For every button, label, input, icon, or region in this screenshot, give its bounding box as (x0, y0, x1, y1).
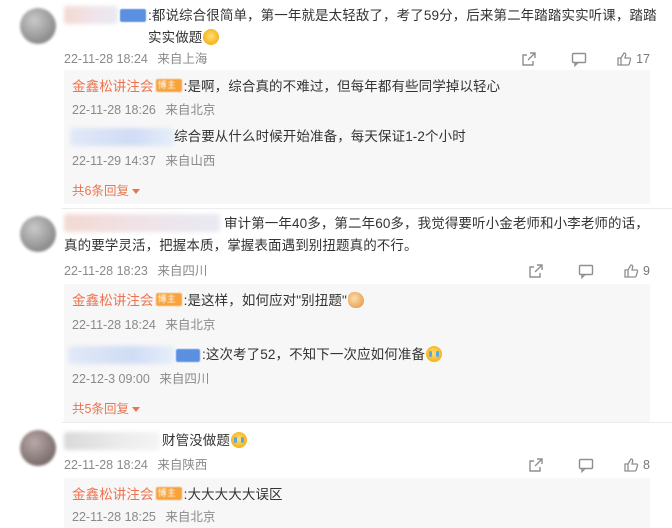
avatar[interactable] (20, 8, 56, 44)
avatar[interactable] (20, 430, 56, 466)
thumbs-up-icon[interactable]: 9 (623, 262, 650, 280)
reply-meta: 22-11-29 14:37 来自山西 (72, 152, 215, 170)
reply-location: 来自北京 (165, 510, 216, 524)
vip-badge (176, 349, 200, 362)
like-count: 8 (643, 458, 650, 472)
reply-list: 金鑫松讲注会 :是啊，综合真的不难过，但每年都有些同学掉以轻心 22-11-28 … (64, 70, 650, 204)
muscle-emoji-icon (347, 292, 364, 308)
blogger-badge (155, 487, 182, 500)
blogger-badge (155, 79, 182, 92)
comment-actions: 17 (516, 50, 650, 68)
more-replies-link[interactable]: 共6条回复 (72, 182, 140, 200)
comment-meta: 22-11-28 18:24 来自上海 (64, 50, 207, 68)
reply-date: 22-11-28 18:24 (72, 318, 156, 332)
reply-author[interactable]: 金鑫松讲注会 (72, 293, 154, 308)
vip-badge (120, 9, 146, 22)
reply-text: :是这样，如何应对"别扭题" (183, 293, 347, 308)
reply-text: :是啊，综合真的不难过，但每年都有些同学掉以轻心 (183, 79, 501, 94)
thumbs-up-icon[interactable]: 8 (623, 456, 650, 474)
reply-location: 来自四川 (159, 372, 210, 386)
reply-text-line: 金鑫松讲注会 :是这样，如何应对"别扭题" (72, 290, 642, 312)
reply-location: 来自北京 (165, 103, 216, 117)
comment-location: 来自上海 (157, 52, 208, 66)
comment-meta: 22-11-28 18:23 来自四川 (64, 262, 207, 280)
share-icon[interactable] (523, 262, 549, 280)
reply-text-line: 金鑫松讲注会 :是啊，综合真的不难过，但每年都有些同学掉以轻心 (72, 76, 642, 98)
comment-actions: 8 (523, 456, 650, 474)
comment-date: 22-11-28 18:24 (64, 458, 148, 472)
comment-text: 财管没做题 (162, 430, 642, 452)
blogger-badge (155, 293, 182, 306)
reply-list: 金鑫松讲注会 :是这样，如何应对"别扭题" 22-11-28 18:24 来自北京… (64, 284, 650, 422)
comment-icon[interactable] (573, 262, 599, 280)
divider (62, 208, 672, 209)
reply-text-line: :这次考了52，不知下一次应如何准备 (202, 344, 642, 366)
reply-author[interactable]: 金鑫松讲注会 (72, 79, 154, 94)
reply-meta: 22-11-28 18:25 来自北京 (72, 508, 215, 526)
comment-location: 来自陕西 (157, 458, 208, 472)
thumbs-up-icon[interactable]: 17 (616, 50, 650, 68)
reply-meta: 22-11-28 18:24 来自北京 (72, 316, 215, 334)
reply-list: 金鑫松讲注会 :大大大大大误区 22-11-28 18:25 来自北京 (64, 478, 650, 528)
comment-text: 审计第一年40多，第二年60多，我觉得要听小金老师和小李老师的话，真的要学灵活，… (64, 216, 649, 253)
share-icon[interactable] (523, 456, 549, 474)
reply-text: :这次考了52，不知下一次应如何准备 (202, 347, 426, 362)
reply-date: 22-12-3 09:00 (72, 372, 150, 386)
reply-author[interactable] (70, 128, 174, 146)
reply-text: :大大大大大误区 (183, 487, 283, 502)
divider (62, 422, 672, 423)
reply-text: 综合要从什么时候开始准备，每天保证1-2个小时 (174, 129, 466, 144)
reply-meta: 22-12-3 09:00 来自四川 (72, 370, 209, 388)
reply-meta: 22-11-28 18:26 来自北京 (72, 101, 215, 119)
reply-author[interactable] (68, 346, 174, 364)
avatar[interactable] (20, 216, 56, 252)
comment-actions: 9 (523, 262, 650, 280)
crying-laughing-emoji-icon (231, 432, 247, 448)
like-count: 17 (636, 52, 650, 66)
reply-location: 来自北京 (165, 318, 216, 332)
comment-icon[interactable] (573, 456, 599, 474)
reply-location: 来自山西 (165, 154, 216, 168)
comment-date: 22-11-28 18:24 (64, 52, 148, 66)
like-count: 9 (643, 264, 650, 278)
comment-text: :都说综合很简单，第一年就是太轻敌了，考了59分，后来第二年踏踏实实听课，踏踏实… (148, 8, 657, 45)
reply-date: 22-11-28 18:26 (72, 103, 156, 117)
share-icon[interactable] (516, 50, 542, 68)
reply-author[interactable]: 金鑫松讲注会 (72, 487, 154, 502)
crying-laughing-emoji-icon (426, 346, 443, 362)
comment-date: 22-11-28 18:23 (64, 264, 148, 278)
comment-location: 来自四川 (157, 264, 208, 278)
commenter-name[interactable] (64, 6, 118, 24)
reply-date: 22-11-29 14:37 (72, 154, 156, 168)
comment-icon[interactable] (566, 50, 592, 68)
more-replies-link[interactable]: 共5条回复 (72, 400, 140, 418)
grin-emoji-icon (203, 29, 220, 45)
comment-meta: 22-11-28 18:24 来自陕西 (64, 456, 207, 474)
reply-text-line: 金鑫松讲注会 :大大大大大误区 (72, 484, 642, 506)
commenter-name[interactable] (64, 432, 160, 450)
reply-date: 22-11-28 18:25 (72, 510, 156, 524)
